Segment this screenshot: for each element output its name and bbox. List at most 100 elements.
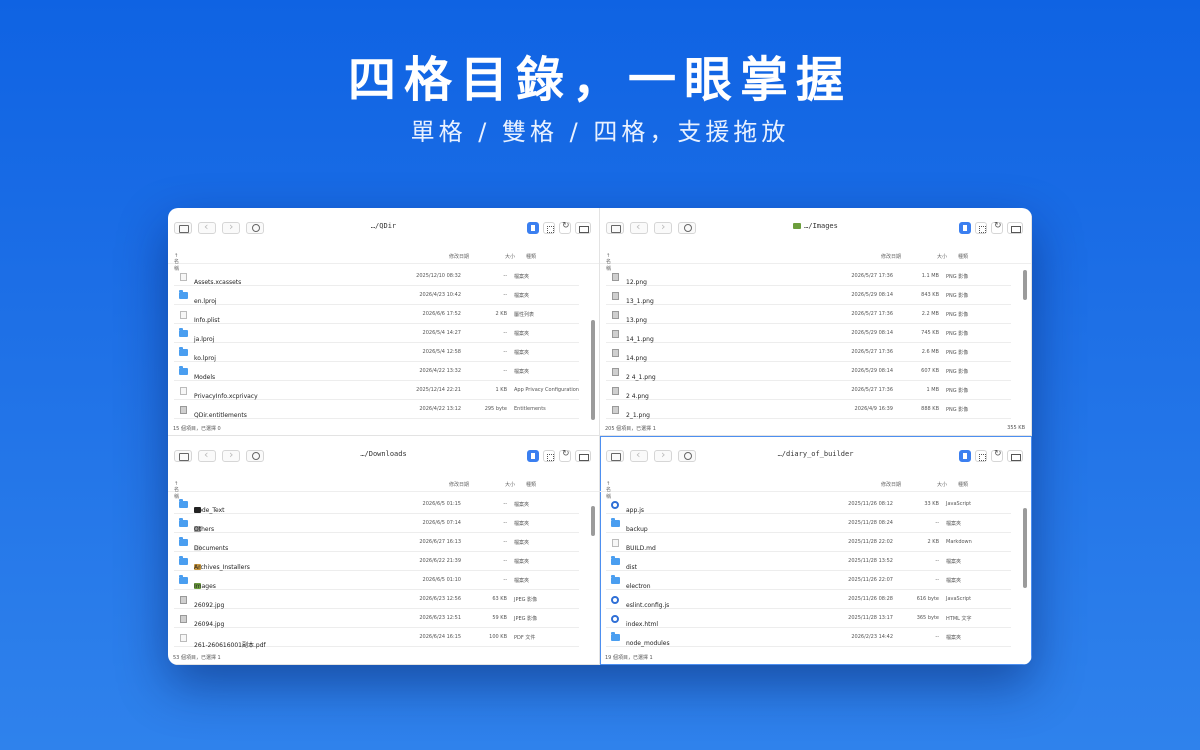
- file-row[interactable]: electron 2025/11/26 22:07 -- 檔案夾: [606, 571, 1011, 590]
- list-view-button[interactable]: [527, 222, 539, 234]
- file-row[interactable]: Others 2026/6/5 07:14 -- 檔案夾: [174, 514, 579, 533]
- refresh-button[interactable]: [991, 449, 1003, 462]
- forward-button[interactable]: [654, 448, 672, 462]
- file-row[interactable]: Models 2026/4/22 13:32 -- 檔案夾: [174, 362, 579, 381]
- file-row[interactable]: Assets.xcassets 2025/12/10 08:32 -- 檔案夾: [174, 267, 579, 286]
- file-date: 2026/5/27 17:36: [851, 311, 893, 317]
- back-button[interactable]: [630, 220, 648, 234]
- forward-button[interactable]: [222, 448, 240, 462]
- file-row[interactable]: index.html 2025/11/28 13:17 365 byte HTM…: [606, 609, 1011, 628]
- file-row[interactable]: 2_1.png 2026/4/9 16:39 888 KB PNG 影像: [606, 400, 1011, 419]
- col-name[interactable]: 名稱 ↑: [606, 481, 611, 500]
- col-name[interactable]: 名稱 ↑: [606, 253, 611, 272]
- file-row[interactable]: Images 2026/6/5 01:10 -- 檔案夾: [174, 571, 579, 590]
- file-row[interactable]: 14_1.png 2026/5/29 08:14 745 KB PNG 影像: [606, 324, 1011, 343]
- pane-toolbar: …/diary_of_builder: [600, 436, 1031, 476]
- file-row[interactable]: en.lproj 2026/4/23 10:42 -- 檔案夾: [174, 286, 579, 305]
- file-pane-1[interactable]: …/QDir 名稱 ↑ 修改日期 大小 種類 Assets.xcassets 2…: [168, 208, 600, 436]
- file-row[interactable]: 12.png 2026/5/27 17:36 1.1 MB PNG 影像: [606, 267, 1011, 286]
- file-size: 33 KB: [924, 501, 939, 507]
- back-button[interactable]: [198, 448, 216, 462]
- target-button[interactable]: [678, 222, 696, 234]
- refresh-button[interactable]: [559, 221, 571, 234]
- file-row[interactable]: Info.plist 2026/6/6 17:52 2 KB 屬性列表: [174, 305, 579, 324]
- file-row[interactable]: 13.png 2026/5/27 17:36 2.2 MB PNG 影像: [606, 305, 1011, 324]
- move-to-button[interactable]: [575, 222, 591, 234]
- status-count: 53 個項目，已選擇 1: [173, 655, 221, 661]
- target-button[interactable]: [246, 222, 264, 234]
- move-to-button[interactable]: [1007, 450, 1023, 462]
- target-button[interactable]: [246, 450, 264, 462]
- scrollbar[interactable]: [591, 506, 595, 536]
- col-date[interactable]: 修改日期: [449, 253, 469, 260]
- list-view-button[interactable]: [959, 222, 971, 234]
- file-row[interactable]: app.js 2025/11/26 08:12 33 KB JavaScript: [606, 495, 1011, 514]
- file-kind: 檔案夾: [946, 578, 962, 584]
- file-row[interactable]: 14.png 2026/5/27 17:36 2.6 MB PNG 影像: [606, 343, 1011, 362]
- folder-open-button[interactable]: [606, 450, 624, 462]
- file-row[interactable]: dist 2025/11/28 13:52 -- 檔案夾: [606, 552, 1011, 571]
- file-row[interactable]: QDir.entitlements 2026/4/22 13:12 295 by…: [174, 400, 579, 419]
- scrollbar[interactable]: [1023, 508, 1027, 588]
- folder-open-button[interactable]: [174, 450, 192, 462]
- file-pane-4[interactable]: …/diary_of_builder 名稱 ↑ 修改日期 大小 種類 app.j…: [600, 436, 1032, 665]
- file-row[interactable]: PrivacyInfo.xcprivacy 2025/12/14 22:21 1…: [174, 381, 579, 400]
- file-kind: PNG 影像: [946, 369, 969, 375]
- col-kind[interactable]: 種類: [958, 481, 968, 488]
- col-size[interactable]: 大小: [505, 253, 515, 260]
- file-date: 2025/12/14 22:21: [416, 387, 461, 393]
- folder-open-button[interactable]: [606, 222, 624, 234]
- file-row[interactable]: 2 4.png 2026/5/27 17:36 1 MB PNG 影像: [606, 381, 1011, 400]
- file-row[interactable]: Archives_Installers 2026/6/22 21:39 -- 檔…: [174, 552, 579, 571]
- status-count: 205 個項目，已選擇 1: [605, 426, 656, 432]
- col-name[interactable]: 名稱 ↑: [174, 481, 179, 500]
- scrollbar[interactable]: [591, 320, 595, 420]
- scrollbar[interactable]: [1023, 270, 1027, 300]
- col-name[interactable]: 名稱 ↑: [174, 253, 179, 272]
- col-size[interactable]: 大小: [937, 481, 947, 488]
- grid-view-button[interactable]: [975, 450, 987, 462]
- file-row[interactable]: Code_Text 2026/6/5 01:15 -- 檔案夾: [174, 495, 579, 514]
- file-row[interactable]: backup 2025/11/28 08:24 -- 檔案夾: [606, 514, 1011, 533]
- target-button[interactable]: [678, 450, 696, 462]
- list-view-button[interactable]: [959, 450, 971, 462]
- folder-open-button[interactable]: [174, 222, 192, 234]
- grid-view-button[interactable]: [543, 450, 555, 462]
- move-to-button[interactable]: [575, 450, 591, 462]
- file-row[interactable]: 13_1.png 2026/5/29 08:14 843 KB PNG 影像: [606, 286, 1011, 305]
- grid-view-button[interactable]: [975, 222, 987, 234]
- forward-button[interactable]: [222, 220, 240, 234]
- refresh-button[interactable]: [559, 449, 571, 462]
- file-row[interactable]: ja.lproj 2026/5/4 14:27 -- 檔案夾: [174, 324, 579, 343]
- file-pane-2[interactable]: …/Images 名稱 ↑ 修改日期 大小 種類 12.png 2026/5/2…: [600, 208, 1032, 436]
- col-kind[interactable]: 種類: [526, 253, 536, 260]
- back-button[interactable]: [630, 448, 648, 462]
- col-size[interactable]: 大小: [505, 481, 515, 488]
- file-pane-3[interactable]: …/Downloads 名稱 ↑ 修改日期 大小 種類 Code_Text 20…: [168, 436, 600, 665]
- col-date[interactable]: 修改日期: [449, 481, 469, 488]
- col-size[interactable]: 大小: [937, 253, 947, 260]
- col-kind[interactable]: 種類: [526, 481, 536, 488]
- back-button[interactable]: [198, 220, 216, 234]
- file-row[interactable]: 261-260616001副本.pdf 2026/6/24 16:15 100 …: [174, 628, 579, 649]
- file-row[interactable]: node_modules 2026/2/23 14:42 -- 檔案夾: [606, 628, 1011, 647]
- file-kind: 檔案夾: [946, 635, 962, 641]
- refresh-button[interactable]: [991, 221, 1003, 234]
- col-date[interactable]: 修改日期: [881, 253, 901, 260]
- file-row[interactable]: BUILD.md 2025/11/28 22:02 2 KB Markdown: [606, 533, 1011, 552]
- column-header: 名稱 ↑ 修改日期 大小 種類: [600, 476, 1031, 500]
- file-date: 2026/5/27 17:36: [851, 273, 893, 279]
- grid-view-button[interactable]: [543, 222, 555, 234]
- file-row[interactable]: 26092.jpg 2026/6/23 12:56 63 KB JPEG 影像: [174, 590, 579, 609]
- col-kind[interactable]: 種類: [958, 253, 968, 260]
- forward-button[interactable]: [654, 220, 672, 234]
- list-view-button[interactable]: [527, 450, 539, 462]
- file-row[interactable]: ko.lproj 2026/5/4 12:58 -- 檔案夾: [174, 343, 579, 362]
- file-row[interactable]: 26094.jpg 2026/6/23 12:51 59 KB JPEG 影像: [174, 609, 579, 628]
- move-to-button[interactable]: [1007, 222, 1023, 234]
- status-size: 355 KB: [1007, 425, 1025, 431]
- file-row[interactable]: 2 4_1.png 2026/5/29 08:14 607 KB PNG 影像: [606, 362, 1011, 381]
- file-row[interactable]: Documents 2026/6/27 16:13 -- 檔案夾: [174, 533, 579, 552]
- file-row[interactable]: eslint.config.js 2025/11/26 08:28 616 by…: [606, 590, 1011, 609]
- col-date[interactable]: 修改日期: [881, 481, 901, 488]
